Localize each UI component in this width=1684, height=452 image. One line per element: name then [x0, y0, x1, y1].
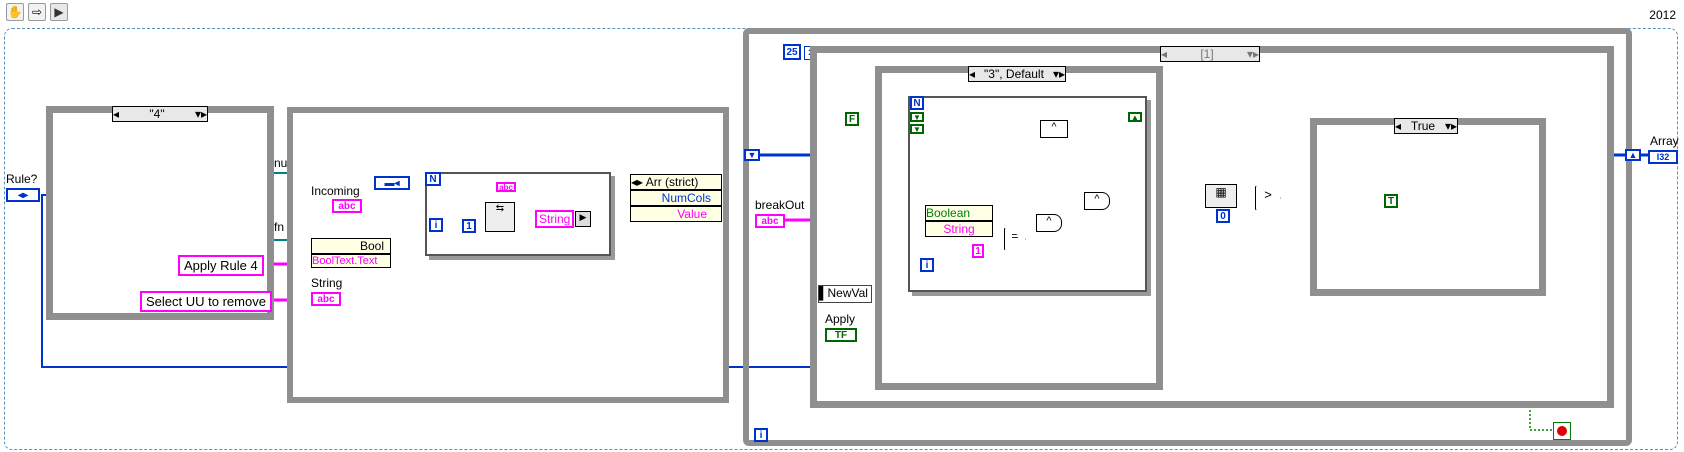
fn-label: fn	[274, 220, 285, 234]
bool-node[interactable]: Bool	[311, 238, 391, 254]
stop-icon[interactable]	[1553, 422, 1571, 440]
zero-constant[interactable]: 0	[1216, 209, 1230, 223]
property-node-icon: ▬◂	[374, 176, 410, 190]
boolean-node[interactable]: Boolean	[925, 205, 993, 221]
string-const-small[interactable]: 1	[972, 244, 984, 258]
version-label: 2012	[1649, 8, 1676, 22]
for-loop-i: i	[429, 218, 443, 232]
num-label: nu	[274, 156, 288, 170]
booltext-node[interactable]: BoolText.Text	[311, 254, 391, 268]
apply-terminal[interactable]: TF	[825, 328, 857, 342]
and-node-3[interactable]: ^	[1036, 214, 1062, 232]
value-node[interactable]: Value	[630, 206, 722, 222]
numcols-node[interactable]: NumCols	[630, 190, 722, 206]
incoming-label: Incoming	[311, 184, 360, 198]
shift-register-1: ▼	[910, 112, 924, 122]
and-node-1[interactable]: ^	[1040, 120, 1068, 138]
case-selector-3[interactable]: ◂ "3", Default ▾▸	[968, 66, 1066, 82]
for-loop-n: N	[425, 172, 441, 186]
inner-for-loop	[908, 96, 1147, 292]
string-inner: String	[535, 210, 575, 228]
case-structure-4	[46, 106, 274, 320]
breakout-terminal[interactable]: abc	[755, 214, 785, 228]
shift-register-left: ▼	[744, 149, 760, 161]
concat-icon[interactable]: ▶	[575, 211, 591, 227]
hand-icon[interactable]: ✋	[6, 3, 24, 21]
inner-for-n: N	[910, 96, 924, 110]
case-selector-4[interactable]: ◂ "4" ▾▸	[112, 106, 208, 122]
select-uu-constant[interactable]: Select UU to remove	[140, 291, 272, 312]
string-node[interactable]: String	[925, 221, 993, 237]
arr-strict-node[interactable]: ◂▸ Arr (strict)	[630, 174, 722, 190]
case-selector-true[interactable]: ◂ True ▾▸	[1394, 118, 1458, 134]
string-constant[interactable]: abc	[496, 182, 516, 192]
array-indicator: I32	[1648, 150, 1678, 164]
one-constant[interactable]: 1	[462, 219, 476, 233]
while-loop-i: i	[754, 428, 768, 442]
sequence-selector[interactable]: ◂ [1] ▾▸	[1160, 46, 1260, 62]
arrow-right-icon[interactable]: ⇨	[28, 3, 46, 21]
and-node-2[interactable]: ^	[1084, 192, 1110, 210]
shift-register-3: ▲	[1128, 112, 1142, 122]
array-size-icon[interactable]: ▦	[1205, 184, 1237, 208]
true-constant[interactable]: T	[1384, 194, 1398, 208]
breakout-label: breakOut	[755, 198, 805, 212]
rule-control[interactable]: ◂▸	[6, 188, 40, 202]
toolbar: ✋ ⇨ ▶	[0, 0, 68, 24]
array-label: Array	[1650, 134, 1679, 148]
apply-label: Apply	[825, 312, 856, 326]
case-true-inner	[1317, 125, 1539, 289]
newval-node: ▌NewVal	[818, 285, 872, 303]
shift-register-right: ▲	[1625, 149, 1641, 161]
string-label: String	[311, 276, 343, 290]
inner-for-i: i	[920, 258, 934, 272]
apply-rule-constant[interactable]: Apply Rule 4	[178, 255, 264, 276]
rule-label: Rule?	[6, 172, 38, 186]
incoming-terminal[interactable]: abc	[332, 199, 362, 213]
shift-register-2: ▼	[910, 124, 924, 134]
string-indicator: abc	[311, 292, 341, 306]
array-subset-icon[interactable]: ⇆	[485, 202, 515, 232]
loop-count-constant[interactable]: 25	[783, 44, 801, 60]
run-arrow-icon[interactable]: ▶	[50, 3, 68, 21]
false-constant[interactable]: F	[845, 112, 859, 126]
